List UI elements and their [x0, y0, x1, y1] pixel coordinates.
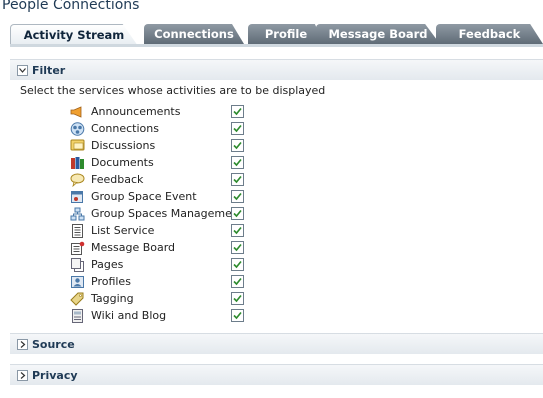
service-label: Documents — [91, 156, 154, 169]
tab-activity-stream[interactable]: Activity Stream — [10, 24, 138, 46]
service-row-connections: Connections — [70, 120, 270, 137]
profiles-checkbox[interactable] — [231, 275, 244, 288]
group-spaces-management-checkbox[interactable] — [231, 207, 244, 220]
service-label: Profiles — [91, 275, 131, 288]
tagging-checkbox[interactable] — [231, 292, 244, 305]
tab-profile[interactable]: Profile — [248, 24, 324, 44]
discussions-icon — [70, 139, 85, 153]
wiki-and-blog-checkbox[interactable] — [231, 309, 244, 322]
group-space-event-icon — [70, 190, 85, 204]
service-row-group-space-event: Group Space Event — [70, 188, 270, 205]
service-row-wiki-and-blog: Wiki and Blog — [70, 307, 270, 324]
service-label: Discussions — [91, 139, 156, 152]
service-label: Wiki and Blog — [91, 309, 167, 322]
connections-icon — [70, 121, 85, 136]
tab-connections[interactable]: Connections — [144, 24, 244, 44]
source-section-header[interactable]: Source — [10, 333, 543, 354]
tagging-icon — [70, 292, 85, 306]
feedback-checkbox[interactable] — [231, 173, 244, 186]
source-title: Source — [32, 337, 75, 351]
service-list: Announcements Connections Discussions Do… — [70, 103, 270, 324]
service-row-tagging: Tagging — [70, 290, 270, 307]
wiki-and-blog-icon — [70, 308, 85, 323]
message-board-checkbox[interactable] — [231, 241, 244, 254]
service-label: Group Space Event — [91, 190, 197, 203]
service-row-discussions: Discussions — [70, 137, 270, 154]
service-label: Announcements — [91, 105, 181, 118]
pages-checkbox[interactable] — [231, 258, 244, 271]
service-row-group-spaces-management: Group Spaces Management — [70, 205, 270, 222]
service-label: Group Spaces Management — [91, 207, 244, 220]
discussions-checkbox[interactable] — [231, 139, 244, 152]
announcements-checkbox[interactable] — [231, 105, 244, 118]
service-label: Feedback — [91, 173, 144, 186]
service-row-pages: Pages — [70, 256, 270, 273]
profiles-icon — [70, 275, 85, 289]
expand-toggle-icon[interactable] — [17, 369, 28, 381]
tab-message-board[interactable]: Message Board — [316, 24, 440, 44]
filter-title: Filter — [32, 63, 66, 77]
expand-toggle-icon[interactable] — [17, 338, 28, 350]
group-spaces-management-icon — [70, 207, 85, 221]
group-space-event-checkbox[interactable] — [231, 190, 244, 203]
list-service-icon — [70, 223, 85, 238]
filter-section-header[interactable]: Filter — [10, 59, 543, 80]
service-label: Message Board — [91, 241, 176, 254]
service-row-message-board: Message Board — [70, 239, 270, 256]
privacy-title: Privacy — [32, 368, 78, 382]
documents-icon — [70, 156, 85, 170]
service-row-announcements: Announcements — [70, 103, 270, 120]
service-label: List Service — [91, 224, 155, 237]
filter-instructions: Select the services whose activities are… — [20, 84, 326, 97]
service-row-feedback: Feedback — [70, 171, 270, 188]
service-row-profiles: Profiles — [70, 273, 270, 290]
tab-divider — [10, 44, 543, 47]
tab-feedback[interactable]: Feedback — [436, 24, 543, 44]
collapse-toggle-icon[interactable] — [17, 64, 28, 76]
announcements-icon — [70, 105, 85, 119]
feedback-icon — [70, 173, 85, 187]
service-label: Tagging — [91, 292, 134, 305]
connections-checkbox[interactable] — [231, 122, 244, 135]
service-label: Pages — [91, 258, 124, 271]
service-row-list-service: List Service — [70, 222, 270, 239]
tab-bar: Activity Stream Connections Profile Mess… — [10, 24, 543, 46]
privacy-section-header[interactable]: Privacy — [10, 364, 543, 385]
message-board-icon — [70, 241, 85, 255]
pages-icon — [70, 257, 85, 272]
page-title: People Connections — [2, 0, 140, 13]
list-service-checkbox[interactable] — [231, 224, 244, 237]
documents-checkbox[interactable] — [231, 156, 244, 169]
service-row-documents: Documents — [70, 154, 270, 171]
service-label: Connections — [91, 122, 159, 135]
